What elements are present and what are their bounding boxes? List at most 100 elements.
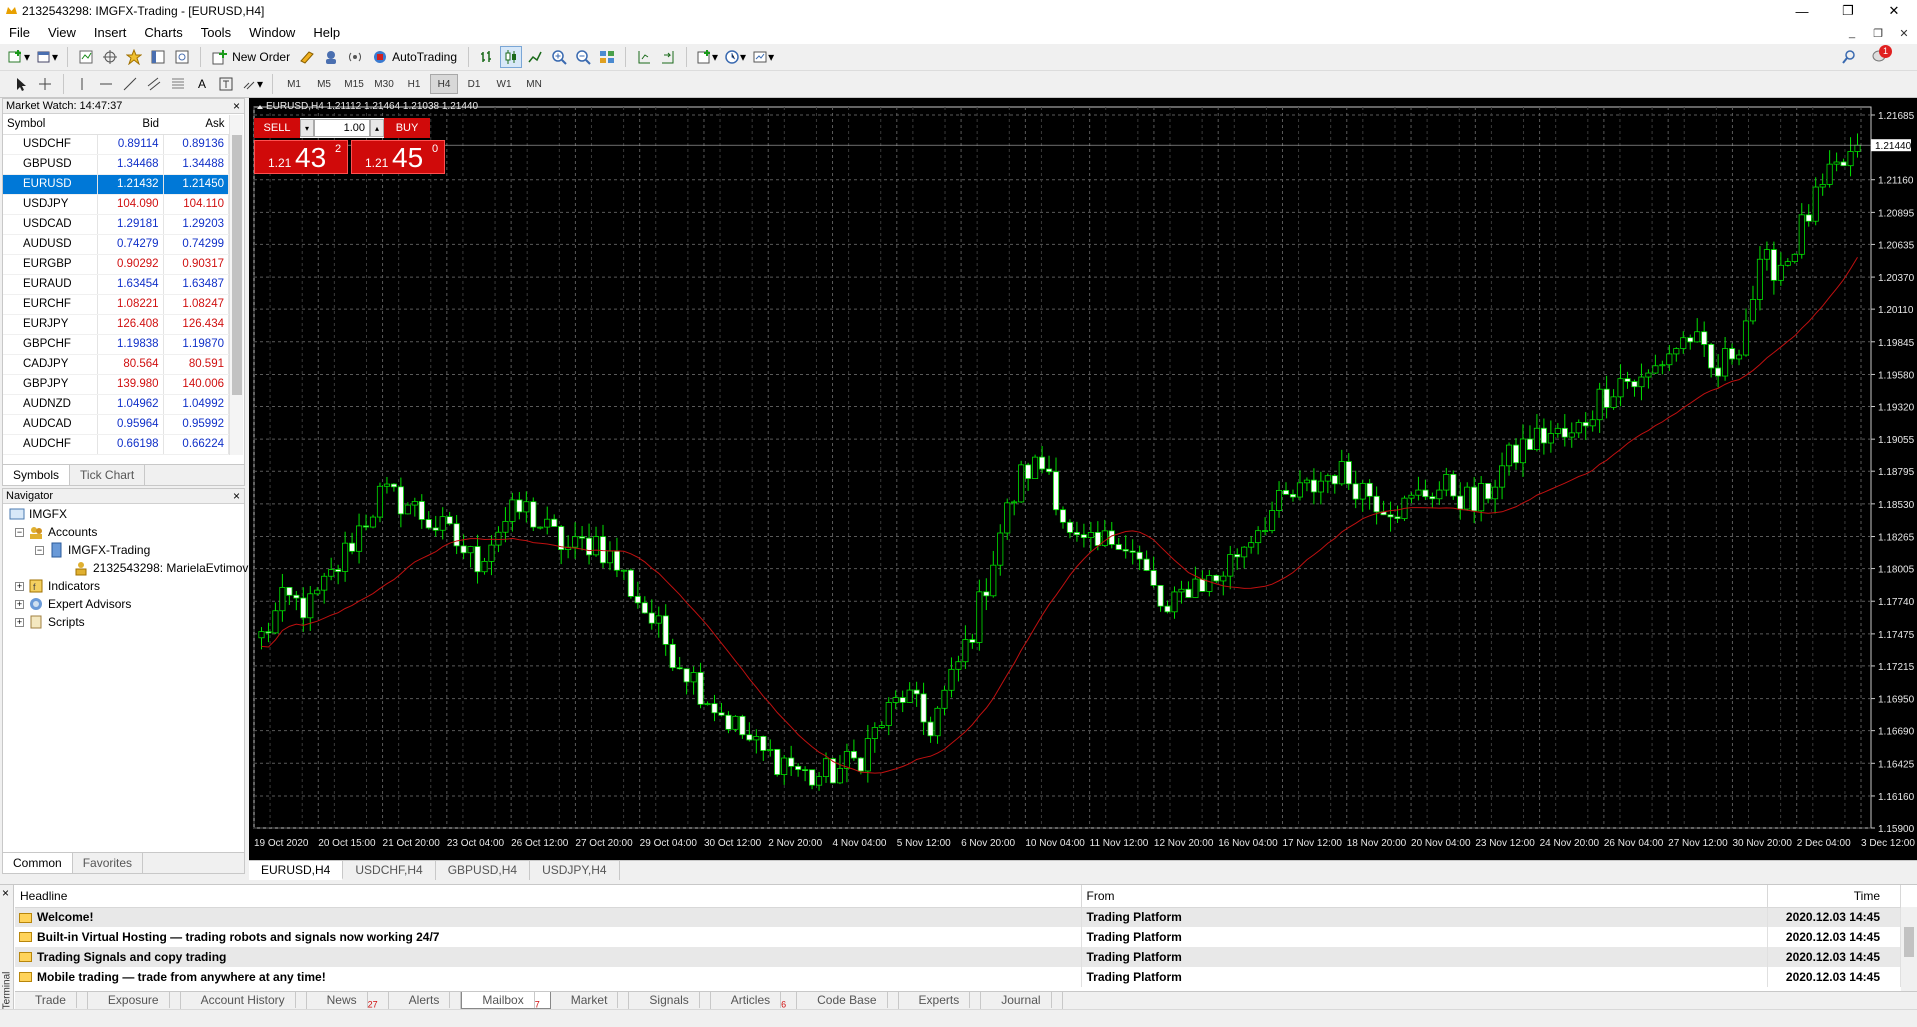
profiles-button[interactable]: ▾ <box>34 46 60 68</box>
column-time[interactable]: Time <box>1767 885 1901 908</box>
tab-common[interactable]: Common <box>3 853 73 873</box>
close-terminal-icon[interactable]: × <box>2 886 9 900</box>
terminal-tab-account-history[interactable]: Account History <box>181 992 307 1009</box>
tab-favorites[interactable]: Favorites <box>73 853 144 873</box>
terminal-tab-mailbox[interactable]: Mailbox 7 <box>461 992 551 1009</box>
market-watch-row[interactable]: GBPJPY 139.980 140.006 <box>3 374 230 395</box>
column-headline[interactable]: Headline <box>15 885 1082 908</box>
timeframe-m5[interactable]: M5 <box>310 74 338 94</box>
market-watch-row[interactable]: AUDUSD 0.74279 0.74299 <box>3 234 230 255</box>
tab-tick-chart[interactable]: Tick Chart <box>70 465 146 485</box>
market-watch-row[interactable]: EURCHF 1.08221 1.08247 <box>3 294 230 315</box>
navigator-button[interactable] <box>123 46 145 68</box>
menu-help[interactable]: Help <box>304 22 349 44</box>
vertical-line-button[interactable] <box>71 73 93 95</box>
market-watch-row[interactable]: EURAUD 1.63454 1.63487 <box>3 274 230 295</box>
chart-restore-button[interactable]: ❐ <box>1865 22 1891 44</box>
timeframe-w1[interactable]: W1 <box>490 74 518 94</box>
chart-window[interactable]: 1.21685 1.21160 1.20895 1.20635 1.20370 1.201… <box>249 98 1917 860</box>
expand-icon[interactable]: + <box>15 581 24 591</box>
equidistant-channel-button[interactable] <box>143 73 165 95</box>
terminal-tab-news[interactable]: News 27 <box>307 992 389 1009</box>
terminal-button[interactable] <box>147 46 169 68</box>
tile-windows-button[interactable] <box>596 46 618 68</box>
minimize-button[interactable]: — <box>1779 0 1825 22</box>
data-window-button[interactable] <box>99 46 121 68</box>
chart-tab-gbpusd[interactable]: GBPUSD,H4 <box>436 861 531 880</box>
close-window-button[interactable]: ✕ <box>1871 0 1917 22</box>
sell-price-button[interactable]: 1.21 43 2 <box>254 140 348 174</box>
tester-button[interactable] <box>171 46 193 68</box>
tree-server[interactable]: − IMGFX-Trading <box>35 541 150 559</box>
market-watch-button[interactable] <box>75 46 97 68</box>
sell-button[interactable]: SELL <box>254 118 300 138</box>
column-symbol[interactable]: Symbol <box>3 114 98 135</box>
chart-tab-usdjpy[interactable]: USDJPY,H4 <box>530 861 620 880</box>
timeframe-h1[interactable]: H1 <box>400 74 428 94</box>
chart-tab-usdchf[interactable]: USDCHF,H4 <box>343 861 436 880</box>
market-watch-row[interactable]: GBPUSD 1.34468 1.34488 <box>3 154 230 175</box>
terminal-tab-journal[interactable]: Journal <box>981 992 1063 1009</box>
zoom-in-button[interactable] <box>548 46 570 68</box>
market-watch-row[interactable]: GBPCHF 1.19838 1.19870 <box>3 334 230 355</box>
notifications-button[interactable]: 1 <box>1871 45 1892 66</box>
market-watch-row[interactable]: AUDNZD 1.04962 1.04992 <box>3 394 230 415</box>
terminal-tab-signals[interactable]: Signals <box>629 992 711 1009</box>
market-watch-row[interactable]: EURGBP 0.90292 0.90317 <box>3 254 230 275</box>
terminal-tab-exposure[interactable]: Exposure <box>88 992 181 1009</box>
buy-price-button[interactable]: 1.21 45 0 <box>351 140 445 174</box>
timeframe-m30[interactable]: M30 <box>370 74 398 94</box>
tree-account[interactable]: 2132543298: MarielaEvtimov <box>73 559 248 577</box>
column-from[interactable]: From <box>1081 885 1768 908</box>
cursor-button[interactable] <box>10 73 32 95</box>
signals-button[interactable] <box>344 46 366 68</box>
tree-indicators[interactable]: + f Indicators <box>15 577 100 595</box>
collapse-icon[interactable]: − <box>35 545 44 555</box>
close-navigator-icon[interactable]: × <box>233 489 240 504</box>
lot-increase-button[interactable]: ▴ <box>370 119 384 137</box>
market-watch-row[interactable]: USDCAD 1.29181 1.29203 <box>3 214 230 235</box>
periods-button[interactable]: ▾ <box>722 46 748 68</box>
chart-close-button[interactable]: ✕ <box>1891 22 1917 44</box>
timeframe-h4[interactable]: H4 <box>430 74 459 94</box>
terminal-tab-experts[interactable]: Experts <box>899 992 982 1009</box>
market-watch-scrollbar[interactable] <box>229 115 243 455</box>
menu-insert[interactable]: Insert <box>85 22 136 44</box>
metaeditor-button[interactable] <box>296 46 318 68</box>
timeframe-mn[interactable]: MN <box>520 74 548 94</box>
market-watch-row[interactable]: EURJPY 126.408 126.434 <box>3 314 230 335</box>
arrows-button[interactable]: ▾ <box>239 73 265 95</box>
lot-size-input[interactable] <box>314 119 370 137</box>
close-market-watch-icon[interactable]: × <box>233 99 240 114</box>
expand-icon[interactable]: + <box>15 599 24 609</box>
market-watch-row[interactable]: USDJPY 104.090 104.110 <box>3 194 230 215</box>
bar-chart-button[interactable] <box>476 46 498 68</box>
chart-minimize-button[interactable]: _ <box>1839 22 1865 44</box>
lot-decrease-button[interactable]: ▾ <box>300 119 314 137</box>
market-watch-row[interactable]: CADJPY 80.564 80.591 <box>3 354 230 375</box>
autoscroll-button[interactable] <box>657 46 679 68</box>
trendline-button[interactable] <box>119 73 141 95</box>
new-chart-button[interactable]: ▾ <box>6 46 32 68</box>
search-icon[interactable] <box>1841 49 1857 65</box>
community-button[interactable] <box>320 46 342 68</box>
terminal-tab-articles[interactable]: Articles 6 <box>711 992 798 1009</box>
mail-row[interactable]: Trading Signals and copy trading Trading … <box>15 947 1901 967</box>
terminal-tab-market[interactable]: Market <box>551 992 630 1009</box>
tree-accounts[interactable]: − Accounts <box>15 523 97 541</box>
column-ask[interactable]: Ask <box>163 114 229 135</box>
menu-charts[interactable]: Charts <box>135 22 191 44</box>
line-chart-button[interactable] <box>524 46 546 68</box>
text-button[interactable]: A <box>191 73 213 95</box>
collapse-icon[interactable]: − <box>15 527 24 537</box>
candlestick-button[interactable] <box>500 46 523 68</box>
terminal-tab-trade[interactable]: Trade <box>15 992 88 1009</box>
fibonacci-button[interactable] <box>167 73 189 95</box>
chart-shift-button[interactable] <box>633 46 655 68</box>
market-watch-row[interactable]: AUDCAD 0.95964 0.95992 <box>3 414 230 435</box>
menu-tools[interactable]: Tools <box>192 22 240 44</box>
terminal-tab-alerts[interactable]: Alerts <box>389 992 462 1009</box>
templates-button[interactable]: ▾ <box>750 46 776 68</box>
buy-button[interactable]: BUY <box>384 118 430 138</box>
crosshair-button[interactable] <box>34 73 56 95</box>
